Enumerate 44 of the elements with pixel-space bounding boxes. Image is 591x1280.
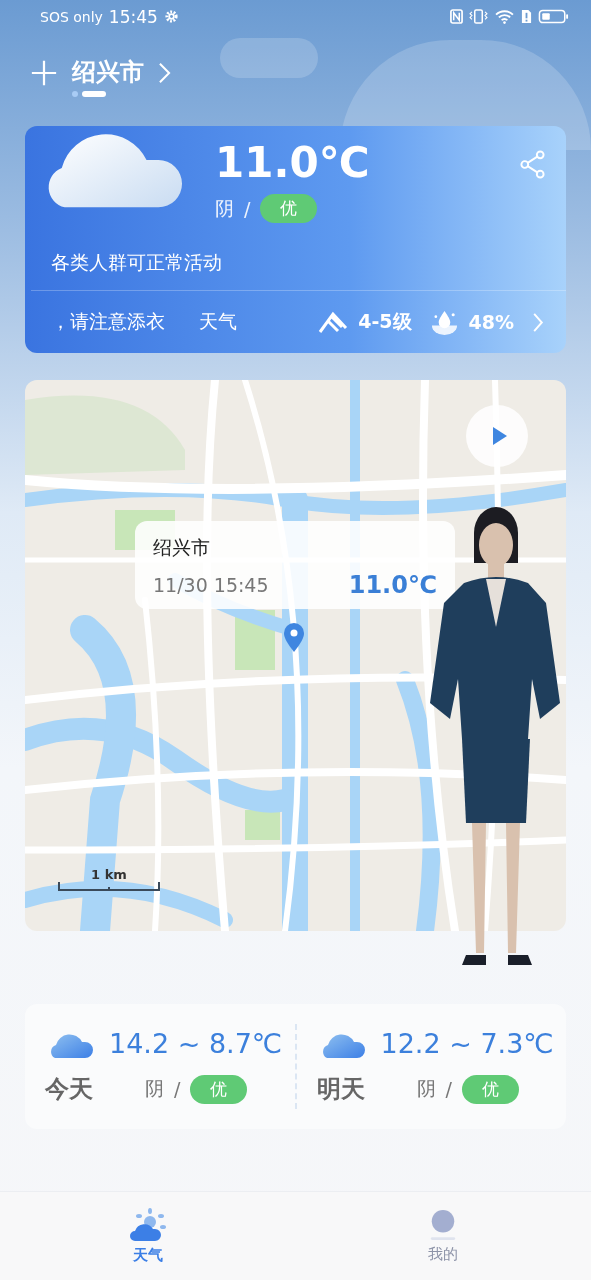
weather-tip-text: 天气 [199, 309, 237, 334]
temperature-range: 14.2 ~ 8.7℃ [109, 1028, 283, 1059]
separator-slash: / [445, 1078, 452, 1100]
current-temperature: 11.0℃ [215, 138, 370, 188]
scale-label: 1 km [91, 867, 127, 882]
nfc-icon [450, 9, 463, 24]
settings-icon [163, 9, 179, 24]
play-icon [492, 426, 508, 446]
location-pin-icon [283, 623, 305, 653]
map-view[interactable]: 绍兴市 11/30 15:45 11.0℃ 1 km [25, 380, 566, 931]
popup-city: 绍兴市 [153, 535, 211, 560]
nav-tab[interactable]: 天气 [0, 1192, 296, 1280]
popup-time: 11/30 15:45 [153, 574, 269, 596]
chevron-right-icon[interactable] [158, 62, 171, 84]
day-label: 明天 [316, 1074, 366, 1105]
air-quality-badge: 优 [461, 1074, 519, 1104]
nav-tab[interactable]: 我的 [295, 1192, 591, 1280]
battery-icon [538, 9, 569, 24]
popup-temperature: 11.0℃ [348, 571, 437, 599]
humidity-icon [429, 308, 459, 336]
add-icon[interactable] [30, 59, 58, 87]
weather-condition: 阴 [416, 1076, 436, 1101]
weather-icon [127, 1208, 168, 1242]
weather-condition: 阴 [215, 195, 234, 221]
share-icon[interactable] [519, 150, 546, 179]
humidity-value: 48% [468, 311, 514, 333]
sim-alert-icon [521, 9, 532, 24]
separator-slash: / [244, 197, 251, 220]
temperature-range: 12.2 ~ 7.3℃ [380, 1028, 554, 1059]
vibrate-icon [469, 9, 488, 24]
chevron-right-icon[interactable] [532, 311, 544, 333]
activity-advice: 各类人群可正常活动 [50, 250, 223, 275]
city-title[interactable]: 绍兴市 [72, 57, 144, 87]
clock-time: 15:45 [108, 6, 158, 27]
wind-level: 4-5级 [358, 309, 412, 334]
air-quality-badge: 优 [260, 194, 318, 223]
air-quality-badge: 优 [190, 1074, 248, 1104]
wind-icon [318, 310, 349, 334]
weather-condition: 阴 [145, 1076, 164, 1101]
carrier-text: SOS only [40, 8, 103, 25]
day-label: 今天 [45, 1074, 94, 1105]
wifi-icon [494, 9, 515, 24]
weather-tip-text: ，请注意添衣 [51, 309, 165, 334]
separator-slash: / [174, 1078, 181, 1100]
